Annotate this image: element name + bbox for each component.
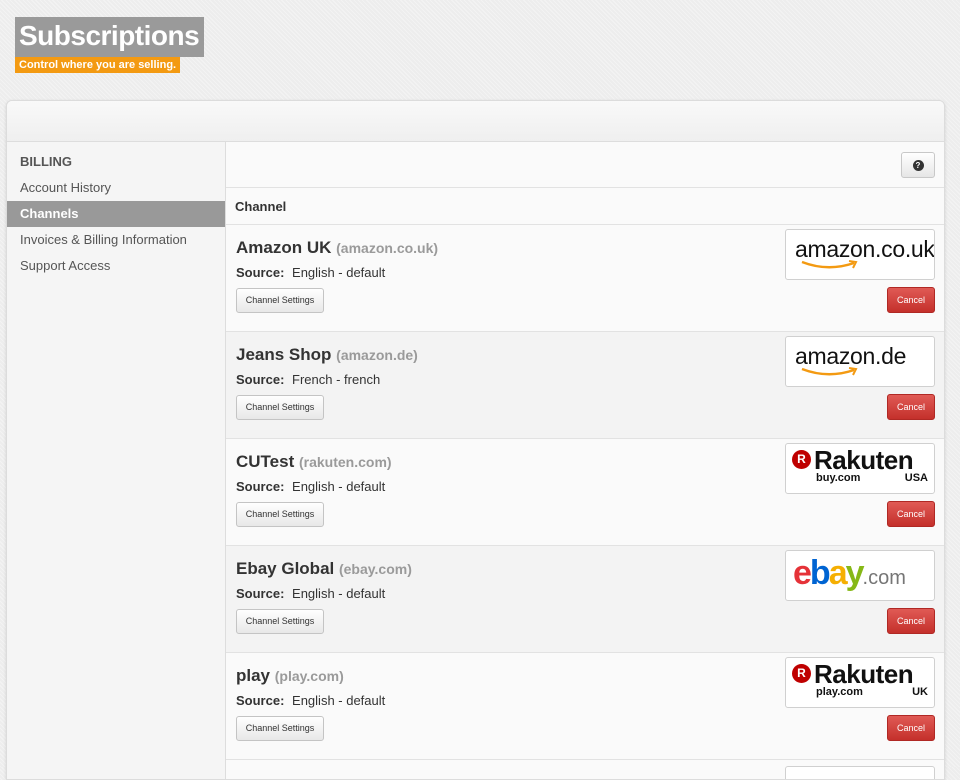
logo-region: UK	[912, 686, 928, 698]
amazon-smile-icon	[801, 260, 858, 269]
source-value: French - french	[292, 372, 381, 387]
source-value: English - default	[292, 479, 386, 494]
channel-domain: (amazon.de)	[336, 347, 418, 363]
content-toolbar: ?	[226, 142, 944, 188]
sidebar-item-invoices-billing[interactable]: Invoices & Billing Information	[7, 227, 225, 253]
channel-source: Source: English - default	[236, 265, 385, 280]
logo-suffix: .de	[875, 343, 907, 369]
column-header-channel: Channel	[226, 188, 944, 225]
rakuten-r-icon: R	[792, 664, 811, 683]
channel-name: Amazon UK	[236, 238, 332, 257]
channel-domain: (ebay.com)	[338, 561, 412, 577]
channel-name: Ebay Global	[236, 559, 335, 578]
rakuten-play-logo: R Rakuten play.com UK	[785, 657, 935, 708]
amazon-de-logo: amazon.de	[785, 336, 935, 387]
panel-top-bar	[7, 101, 944, 142]
logo-suffix: .co.uk	[875, 236, 935, 262]
source-label: Source:	[236, 265, 285, 280]
ebay-e: e	[793, 554, 812, 592]
channel-row: Ebay Global (ebay.com) Source: English -…	[226, 546, 944, 653]
channel-name: CUTest	[236, 452, 295, 471]
source-label: Source:	[236, 372, 285, 387]
ebay-y: y	[845, 554, 865, 592]
channel-domain: (play.com)	[274, 668, 344, 684]
cancel-button[interactable]: Cancel	[887, 715, 935, 741]
channel-settings-button[interactable]: Channel Settings	[236, 288, 324, 313]
logo-region: USA	[904, 472, 928, 484]
content-area: ? Channel Amazon UK (amazon.co.uk) Sourc…	[225, 142, 944, 779]
channel-domain: (rakuten.com)	[298, 454, 392, 470]
source-label: Source:	[236, 586, 285, 601]
source-label: Source:	[236, 479, 285, 494]
source-value: English - default	[292, 586, 386, 601]
channel-title: Amazon UK (amazon.co.uk)	[236, 238, 438, 258]
channel-name: play	[236, 666, 271, 685]
amazon-smile-icon	[801, 367, 858, 376]
logo-suffix: .com	[862, 567, 906, 589]
cancel-button[interactable]: Cancel	[887, 394, 935, 420]
channel-row: play (play.com) Source: English - defaul…	[226, 653, 944, 760]
page-subtitle: Control where you are selling.	[15, 57, 181, 73]
cancel-button[interactable]: Cancel	[887, 287, 935, 313]
main-panel: BILLING Account History Channels Invoice…	[6, 100, 945, 780]
channel-source: Source: English - default	[236, 693, 385, 708]
channel-source: Source: French - french	[236, 372, 380, 387]
channel-name: Jeans Shop	[236, 345, 332, 364]
question-icon: ?	[912, 159, 924, 171]
ebay-a: a	[828, 554, 848, 592]
sidebar-item-support-access[interactable]: Support Access	[7, 253, 225, 279]
channel-settings-button[interactable]: Channel Settings	[236, 716, 324, 741]
channel-title: Jeans Shop (amazon.de)	[236, 345, 418, 365]
channel-source: Source: English - default	[236, 586, 385, 601]
logo-word: amazon	[795, 343, 876, 369]
channel-row: CUTest (rakuten.com) Source: English - d…	[226, 439, 944, 546]
help-button[interactable]: ?	[901, 152, 935, 178]
sidebar: BILLING Account History Channels Invoice…	[7, 142, 225, 779]
channel-title: CUTest (rakuten.com)	[236, 452, 392, 472]
rakuten-buy-logo: R Rakuten buy.com USA	[785, 443, 935, 494]
channel-source: Source: English - default	[236, 479, 385, 494]
cancel-button[interactable]: Cancel	[887, 608, 935, 634]
channel-logo-partial	[785, 766, 935, 779]
channel-settings-button[interactable]: Channel Settings	[236, 609, 324, 634]
logo-sub: buy.com	[816, 472, 861, 484]
channel-settings-button[interactable]: Channel Settings	[236, 395, 324, 420]
page-title: Subscriptions	[15, 17, 205, 57]
channel-domain: (amazon.co.uk)	[336, 240, 439, 256]
ebay-b: b	[809, 554, 831, 592]
sidebar-item-channels[interactable]: Channels	[7, 201, 225, 227]
channel-settings-button[interactable]: Channel Settings	[236, 502, 324, 527]
rakuten-r-icon: R	[792, 450, 811, 469]
channel-row: Jeans Shop (amazon.de) Source: French - …	[226, 332, 944, 439]
sidebar-item-account-history[interactable]: Account History	[7, 175, 225, 201]
source-label: Source:	[236, 693, 285, 708]
cancel-button[interactable]: Cancel	[887, 501, 935, 527]
page-header: Subscriptions Control where you are sell…	[15, 17, 205, 73]
sidebar-heading: BILLING	[20, 154, 72, 169]
amazon-uk-logo: amazon.co.uk	[785, 229, 935, 280]
ebay-logo: ebay.com	[785, 550, 935, 601]
channel-row: Amazon UK (amazon.co.uk) Source: English…	[226, 225, 944, 332]
channel-title: Ebay Global (ebay.com)	[236, 559, 412, 579]
source-value: English - default	[292, 265, 386, 280]
channel-row-partial	[226, 760, 944, 779]
source-value: English - default	[292, 693, 386, 708]
logo-sub: play.com	[816, 686, 863, 698]
logo-word: amazon	[795, 236, 876, 262]
channel-title: play (play.com)	[236, 666, 344, 686]
